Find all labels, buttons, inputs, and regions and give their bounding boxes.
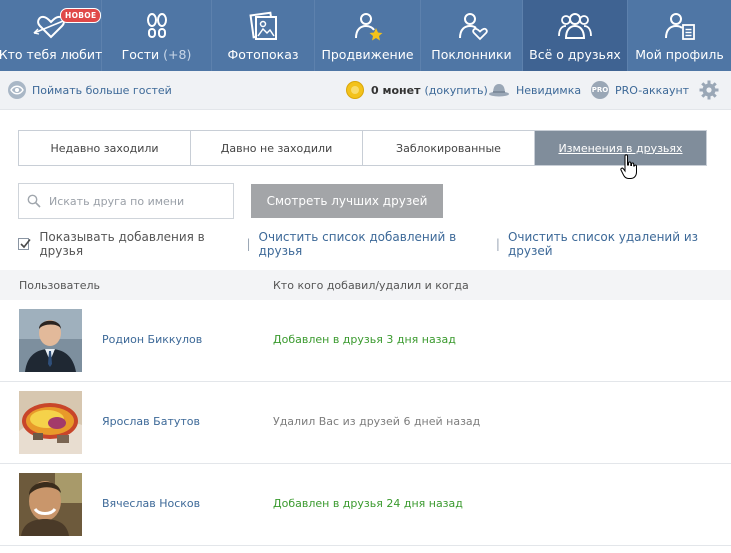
nav-label: Всё о друзьях bbox=[529, 47, 621, 62]
photos-icon bbox=[244, 11, 282, 41]
separator: | bbox=[495, 237, 500, 251]
avatar[interactable] bbox=[19, 391, 82, 454]
table-row: Ярослав Батутов Удалил Вас из друзей 6 д… bbox=[0, 382, 731, 464]
tab-blocked[interactable]: Заблокированные bbox=[363, 131, 535, 165]
change-status: Добавлен в друзья 24 дня назад bbox=[273, 497, 463, 510]
eye-icon bbox=[8, 81, 26, 99]
checkmark-icon bbox=[20, 239, 31, 249]
sub-bar: Поймать больше гостей 0 монет (докупить)… bbox=[0, 71, 731, 110]
invisible-link[interactable]: Невидимка bbox=[488, 81, 581, 99]
user-name[interactable]: Родион Биккулов bbox=[102, 333, 202, 346]
column-who: Кто кого добавил/удалил и когда bbox=[273, 279, 469, 292]
table-row: Родион Биккулов Добавлен в друзья 3 дня … bbox=[0, 300, 731, 382]
change-status: Добавлен в друзья 3 дня назад bbox=[273, 333, 456, 346]
user-name[interactable]: Ярослав Батутов bbox=[102, 415, 200, 428]
friends-tabs: Недавно заходили Давно не заходили Забло… bbox=[18, 130, 707, 166]
tab-recent-visitors[interactable]: Недавно заходили bbox=[19, 131, 191, 165]
coin-icon bbox=[346, 81, 364, 99]
invisible-label: Невидимка bbox=[516, 83, 582, 97]
nav-photoshow[interactable]: Фотопоказ bbox=[212, 0, 315, 71]
search-icon bbox=[27, 194, 41, 208]
table-header: Пользователь Кто кого добавил/удалил и к… bbox=[0, 270, 731, 300]
nav-label: Мой профиль bbox=[635, 47, 724, 62]
new-badge: НОВОЕ bbox=[60, 8, 102, 23]
show-added-checkbox[interactable] bbox=[18, 238, 31, 250]
gear-icon[interactable] bbox=[699, 80, 719, 100]
table-row: Вячеслав Носков Добавлен в друзья 24 дня… bbox=[0, 464, 731, 546]
view-best-friends-button[interactable]: Смотреть лучших друзей bbox=[251, 184, 443, 218]
pro-account-label: PRO-аккаунт bbox=[615, 83, 690, 97]
person-star-icon bbox=[349, 11, 387, 41]
clear-added-link[interactable]: Очистить список добавлений в друзья bbox=[259, 230, 488, 258]
catch-more-guests-link[interactable]: Поймать больше гостей bbox=[8, 81, 172, 99]
avatar[interactable] bbox=[19, 309, 82, 372]
search-field bbox=[18, 183, 234, 219]
user-name[interactable]: Вячеслав Носков bbox=[102, 497, 200, 510]
clear-removed-link[interactable]: Очистить список удалений из друзей bbox=[508, 230, 731, 258]
friends-group-icon bbox=[556, 11, 594, 41]
catch-more-guests-label: Поймать больше гостей bbox=[32, 83, 172, 97]
nav-guests-label: Гости bbox=[121, 47, 160, 62]
profile-card-icon bbox=[661, 11, 699, 41]
pro-account-link[interactable]: PRO PRO-аккаунт bbox=[591, 81, 689, 99]
nav-my-profile[interactable]: Мой профиль bbox=[628, 0, 731, 71]
hat-icon bbox=[488, 83, 510, 97]
topup-link[interactable]: (докупить) bbox=[424, 84, 487, 97]
tab-long-absent[interactable]: Давно не заходили bbox=[191, 131, 363, 165]
coins-info: 0 монет (докупить) bbox=[346, 81, 488, 99]
nav-label: Фотопоказ bbox=[227, 47, 299, 62]
guests-count: (+8) bbox=[163, 47, 192, 62]
hand-cursor-icon bbox=[620, 154, 638, 180]
options-row: Показывать добавления в друзья | Очистит… bbox=[18, 230, 731, 258]
avatar[interactable] bbox=[19, 473, 82, 536]
nav-label: Продвижение bbox=[321, 47, 414, 62]
nav-promotion[interactable]: Продвижение bbox=[315, 0, 421, 71]
person-heart-icon bbox=[453, 11, 491, 41]
footprints-icon bbox=[138, 11, 176, 41]
nav-who-loves-you[interactable]: НОВОЕ Кто тебя любит bbox=[0, 0, 102, 71]
coins-count: 0 монет bbox=[371, 83, 421, 97]
nav-all-about-friends[interactable]: Всё о друзьях bbox=[523, 0, 628, 71]
nav-guests[interactable]: Гости (+8) bbox=[102, 0, 212, 71]
nav-label: Поклонники bbox=[431, 47, 512, 62]
separator: | bbox=[246, 237, 251, 251]
search-input[interactable] bbox=[47, 193, 221, 209]
nav-admirers[interactable]: Поклонники bbox=[421, 0, 523, 71]
nav-label: Гости (+8) bbox=[122, 47, 192, 62]
column-user: Пользователь bbox=[19, 279, 101, 292]
change-status: Удалил Вас из друзей 6 дней назад bbox=[273, 415, 481, 428]
pro-icon: PRO bbox=[591, 81, 609, 99]
top-nav: НОВОЕ Кто тебя любит Гости (+8) Фотопока… bbox=[0, 0, 731, 71]
nav-label: Кто тебя любит bbox=[0, 47, 103, 62]
show-added-label: Показывать добавления в друзья bbox=[39, 230, 205, 258]
